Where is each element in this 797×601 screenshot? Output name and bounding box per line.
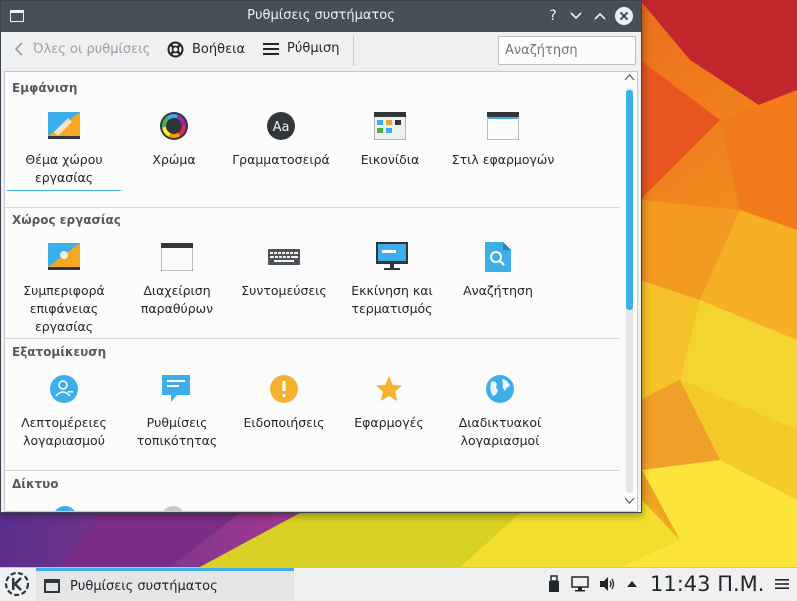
startup-shutdown-icon (375, 240, 409, 274)
search-file-icon (481, 240, 515, 274)
desktop-behavior-icon (47, 240, 81, 274)
section-header-personalization: Εξατομίκευση (12, 345, 107, 359)
close-button[interactable] (615, 7, 633, 25)
module-label: Αναζήτηση (463, 283, 533, 298)
system-settings-window: Ρυθμίσεις συστήματος ? Όλες οι ρυθμίσεις… (0, 0, 642, 513)
module-account-details[interactable]: Λεπτομέρειες λογαριασμού (7, 372, 121, 450)
module-label: Συμπεριφορά επιφάνειας εργασίας (23, 283, 105, 334)
maximize-button[interactable] (591, 7, 609, 25)
lifebuoy-icon (167, 41, 184, 58)
section-divider (5, 338, 620, 339)
panel-menu-icon[interactable] (773, 574, 791, 594)
module-label: Ειδοποιήσεις (243, 415, 325, 430)
module-label: Θέμα χώρου εργασίας (7, 151, 121, 191)
vertical-scrollbar[interactable] (622, 72, 637, 511)
module-label: Εικονίδια (360, 152, 420, 167)
help-toolbar-label: Βοήθεια (192, 42, 246, 57)
chevron-down-icon (624, 497, 635, 504)
chevron-left-icon (13, 41, 25, 57)
tray-expand-arrow-icon[interactable] (624, 574, 640, 594)
color-icon (157, 109, 191, 143)
search-input[interactable] (498, 36, 636, 65)
task-label: Ρυθμίσεις συστήματος (70, 578, 218, 594)
module-label: Συντομεύσεις (241, 283, 327, 298)
help-button[interactable]: ? (544, 7, 562, 25)
volume-icon[interactable] (597, 574, 617, 594)
module-notifications[interactable]: Ειδοποιήσεις (227, 372, 341, 432)
taskbar-panel: Ρυθμίσεις συστήματος 11:43 Π.Μ. (0, 567, 797, 601)
module-shortcuts[interactable]: Συντομεύσεις (227, 240, 341, 300)
digital-clock[interactable]: 11:43 Π.Μ. (650, 572, 764, 596)
configure-button[interactable]: Ρύθμιση (263, 41, 339, 56)
module-label: Διαδικτυακοί λογαριασμοί (458, 415, 542, 448)
locale-icon (160, 372, 194, 406)
toolbar: Όλες οι ρυθμίσεις Βοήθεια Ρύθμιση (1, 32, 641, 69)
star-icon (372, 372, 406, 406)
section-header-network: Δίκτυο (12, 477, 59, 491)
kde-logo-icon (4, 571, 30, 597)
module-label: Γραμματοσειρά (232, 152, 330, 167)
all-settings-back-button[interactable]: Όλες οι ρυθμίσεις (13, 41, 150, 57)
chevron-up-icon (594, 12, 606, 20)
network-module-icon-partial (53, 506, 77, 511)
module-applications[interactable]: Εφαρμογές (332, 372, 446, 432)
module-desktop-behavior[interactable]: Συμπεριφορά επιφάνειας εργασίας (7, 240, 121, 336)
help-toolbar-button[interactable]: Βοήθεια (167, 41, 245, 58)
application-launcher-button[interactable] (4, 571, 30, 597)
taskbar-task-system-settings[interactable]: Ρυθμίσεις συστήματος (36, 568, 294, 601)
chevron-up-icon (624, 74, 635, 81)
globe-icon (483, 372, 517, 406)
usb-device-icon[interactable] (546, 574, 562, 594)
hamburger-menu-icon (263, 42, 279, 56)
keyboard-icon (267, 240, 301, 274)
network-status-icon[interactable] (570, 574, 590, 594)
module-label: Λεπτομέρειες λογαριασμού (21, 415, 107, 448)
module-locale-settings[interactable]: Ρυθμίσεις τοπικότητας (120, 372, 234, 450)
application-style-icon (486, 109, 520, 143)
section-header-appearance: Εμφάνιση (12, 81, 78, 95)
module-label: Εφαρμογές (354, 415, 424, 430)
window-management-icon (160, 240, 194, 274)
module-font[interactable]: Aa Γραμματοσειρά (224, 109, 338, 169)
module-color[interactable]: Χρώμα (117, 109, 231, 169)
workspace-theme-icon (47, 109, 81, 143)
section-divider (5, 207, 620, 208)
module-label: Διαχείριση παραθύρων (140, 283, 214, 316)
module-label: Εκκίνηση και τερματισμός (351, 283, 433, 316)
settings-content-area: Εμφάνιση Θέμα χώρου εργασίας Χρώμα Aa Γρ… (4, 71, 638, 512)
window-app-icon (44, 579, 60, 593)
scrollbar-thumb[interactable] (626, 90, 633, 310)
svg-text:Aa: Aa (273, 120, 290, 135)
notification-icon (267, 372, 301, 406)
module-startup-shutdown[interactable]: Εκκίνηση και τερματισμός (335, 240, 449, 318)
scroll-down-arrow[interactable] (622, 497, 637, 508)
module-window-management[interactable]: Διαχείριση παραθύρων (120, 240, 234, 318)
font-icon: Aa (264, 109, 298, 143)
icons-icon (373, 109, 407, 143)
network-module-icon-partial (161, 506, 185, 511)
back-button-label: Όλες οι ρυθμίσεις (33, 41, 151, 57)
module-workspace-theme[interactable]: Θέμα χώρου εργασίας (7, 109, 121, 191)
module-search[interactable]: Αναζήτηση (441, 240, 555, 300)
close-icon (619, 11, 629, 21)
module-label: Ρυθμίσεις τοπικότητας (136, 415, 218, 448)
minimize-button[interactable] (567, 7, 585, 25)
title-bar[interactable]: Ρυθμίσεις συστήματος ? (1, 1, 641, 32)
account-icon (47, 372, 81, 406)
section-header-workspace: Χώρος εργασίας (12, 213, 121, 227)
module-icons[interactable]: Εικονίδια (333, 109, 447, 169)
chevron-down-icon (570, 12, 582, 20)
configure-label: Ρύθμιση (287, 41, 340, 56)
module-label: Στιλ εφαρμογών (451, 152, 555, 167)
module-online-accounts[interactable]: Διαδικτυακοί λογαριασμοί (443, 372, 557, 450)
toolbar-separator (353, 36, 354, 66)
module-label: Χρώμα (152, 152, 196, 167)
scroll-up-arrow[interactable] (622, 73, 637, 84)
module-application-style[interactable]: Στιλ εφαρμογών (446, 109, 560, 169)
section-divider (5, 470, 620, 471)
